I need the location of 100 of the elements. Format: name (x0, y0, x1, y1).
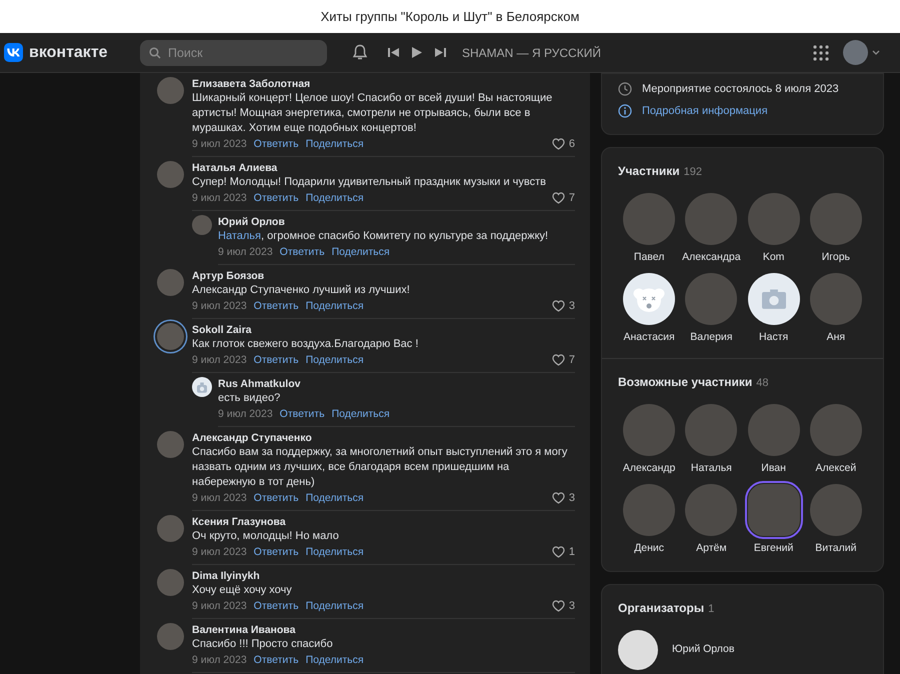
reply-link[interactable]: Ответить (254, 490, 299, 506)
comment-author[interactable]: Елизавета Заболотная (192, 77, 575, 91)
share-link[interactable]: Поделиться (306, 598, 364, 614)
organizer-name[interactable]: Юрий Орлов (672, 642, 734, 658)
section-title: Организаторы (618, 601, 704, 615)
comment-date: 9 июл 2023 (218, 245, 273, 260)
share-link[interactable]: Поделиться (332, 406, 390, 422)
info-icon (618, 104, 632, 118)
participant[interactable]: Александр (618, 404, 680, 476)
participant[interactable]: Артём (680, 484, 742, 557)
next-track-icon[interactable] (435, 47, 446, 58)
section-title: Возможные участники (618, 375, 752, 389)
like-button[interactable]: 3 (552, 490, 575, 506)
reply-link[interactable]: Ответить (280, 244, 325, 260)
share-link[interactable]: Поделиться (332, 244, 390, 260)
participant[interactable]: Игорь (804, 192, 867, 266)
participant[interactable]: Kom (742, 192, 805, 266)
comment-author[interactable]: Наталья Алиева (192, 161, 575, 175)
comment-author[interactable]: Юрий Орлов (218, 215, 575, 229)
section-count: 48 (756, 377, 769, 389)
participant[interactable]: Денис (618, 484, 680, 557)
event-status: Мероприятие состоялось 8 июля 2023 (642, 82, 839, 97)
participant-name: Алексей (816, 460, 856, 476)
apps-grid-icon[interactable] (813, 44, 829, 60)
comment-author[interactable]: Ксения Глазунова (192, 515, 575, 529)
like-count: 6 (568, 137, 575, 152)
participant[interactable]: Александра (680, 192, 742, 266)
share-link[interactable]: Поделиться (306, 190, 364, 206)
participant[interactable]: Виталий (804, 484, 867, 557)
comment-author[interactable]: Артур Боязов (192, 269, 575, 283)
bell-icon[interactable] (352, 44, 368, 61)
share-link[interactable]: Поделиться (306, 298, 364, 314)
participant[interactable]: Иван (742, 404, 805, 476)
like-count: 3 (568, 599, 575, 614)
window-title: Хиты группы "Король и Шут" в Белоярском (0, 0, 900, 33)
section-count: 1 (708, 603, 714, 615)
previous-track-icon[interactable] (388, 47, 399, 58)
reply-link[interactable]: Ответить (254, 352, 299, 368)
now-playing-track[interactable]: SHAMAN — Я РУССКИЙ (462, 44, 601, 62)
participant-name: Александр (622, 460, 676, 476)
details-link[interactable]: Подробная информация (642, 100, 768, 122)
like-count: 1 (568, 545, 575, 560)
participant-name: Артём (696, 541, 727, 556)
like-button[interactable]: 7 (552, 352, 575, 368)
like-button[interactable]: 3 (552, 598, 575, 614)
like-count: 7 (568, 191, 575, 206)
reply-link[interactable]: Ответить (280, 406, 325, 422)
heart-icon (552, 492, 565, 504)
heart-icon (552, 600, 565, 612)
participant-name: Иван (761, 460, 786, 476)
like-button[interactable]: 6 (552, 136, 575, 152)
caret-icon[interactable] (872, 50, 880, 55)
camera-icon (196, 381, 208, 393)
share-link[interactable]: Поделиться (306, 136, 364, 152)
comment-text: Спасибо вам за поддержку, за многолетний опыт выступлений это я могу назвать одним из лучших, все благодаря всем пришедшим на набережную в тот день) (192, 445, 568, 490)
reply-link[interactable]: Ответить (254, 544, 299, 560)
participant[interactable]: Анастасия (618, 273, 680, 346)
share-link[interactable]: Поделиться (306, 544, 364, 560)
participant[interactable]: Павел (618, 192, 680, 266)
participant[interactable]: Аня (804, 273, 867, 346)
reply-link[interactable]: Ответить (254, 598, 299, 614)
comment-author[interactable]: Rus Ahmatkulov (218, 377, 575, 391)
comment-author[interactable]: Dima Ilyinykh (192, 569, 575, 583)
user-avatar[interactable] (843, 40, 868, 65)
share-link[interactable]: Поделиться (306, 490, 364, 506)
comment-date: 9 июл 2023 (192, 491, 247, 506)
participant[interactable]: Валерия (680, 273, 742, 346)
participant[interactable]: Алексей (804, 404, 867, 476)
participant[interactable]: Настя (742, 273, 805, 346)
like-count: 3 (568, 491, 575, 506)
comment-author[interactable]: Валентина Иванова (192, 623, 575, 637)
reply-link[interactable]: Ответить (254, 136, 299, 152)
participant-name: Анастасия (624, 330, 675, 346)
reply-link[interactable]: Ответить (254, 298, 299, 314)
search-field[interactable]: Поиск (140, 40, 327, 66)
logo-text[interactable]: вконтакте (29, 40, 108, 64)
participant-name: Наталья (690, 460, 732, 476)
like-count: 3 (568, 299, 575, 314)
comment-author[interactable]: Александр Ступаченко (192, 431, 575, 445)
participant-name: Валерия (690, 330, 732, 346)
avatar-photo[interactable] (618, 630, 658, 670)
share-link[interactable]: Поделиться (306, 652, 364, 668)
share-link[interactable]: Поделиться (306, 352, 364, 368)
participant[interactable]: Евгений (742, 484, 805, 557)
heart-icon (552, 354, 565, 366)
participant-name: Kom (762, 250, 784, 264)
like-button[interactable]: 7 (552, 190, 575, 206)
vk-logo-icon[interactable] (4, 43, 23, 62)
participant-name: Александра (682, 250, 741, 264)
comment-author[interactable]: Sokoll Zaira (192, 323, 575, 337)
comment-text: Супер! Молодцы! Подарили удивительный праздник музыки и чувств (192, 175, 548, 190)
reply-link[interactable]: Ответить (254, 652, 299, 668)
play-icon[interactable] (412, 47, 422, 58)
clock-icon (618, 82, 632, 96)
mention-link[interactable]: Наталья (218, 230, 261, 242)
like-button[interactable]: 1 (552, 544, 575, 560)
comment-date: 9 июл 2023 (218, 407, 273, 422)
participant[interactable]: Наталья (680, 404, 742, 476)
like-button[interactable]: 3 (552, 298, 575, 314)
reply-link[interactable]: Ответить (254, 190, 299, 206)
